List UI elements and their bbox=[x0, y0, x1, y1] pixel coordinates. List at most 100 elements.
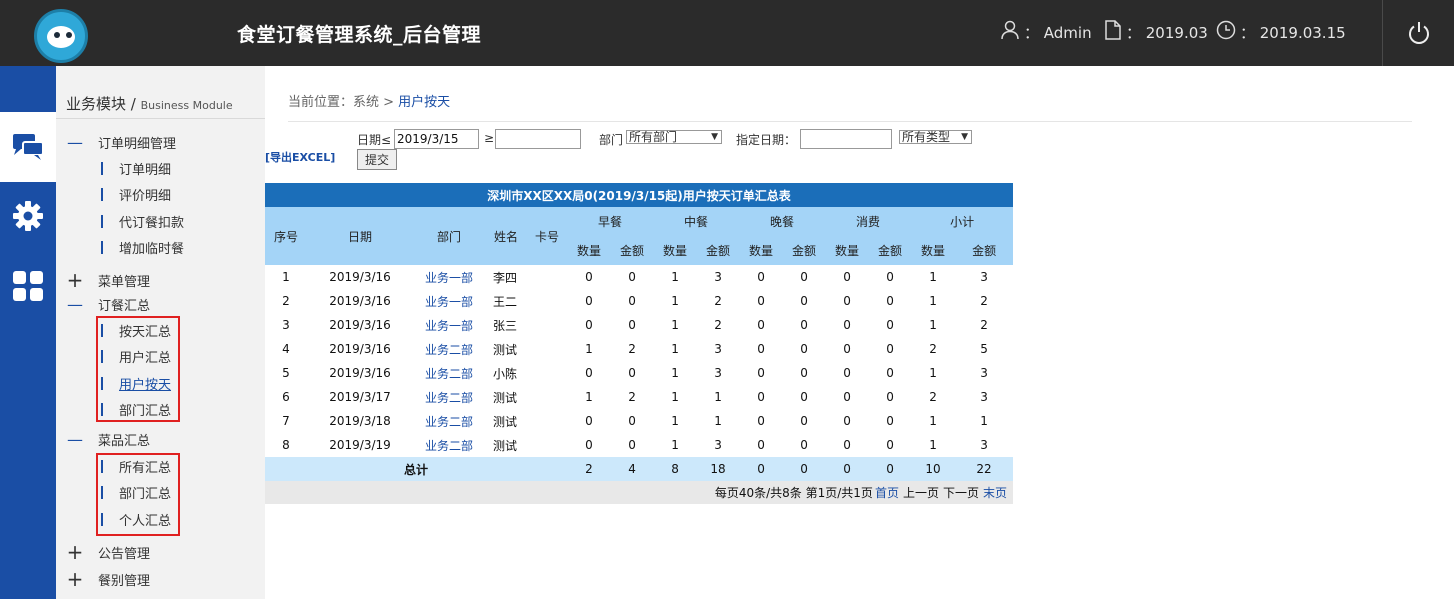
table-cell bbox=[527, 385, 567, 409]
header-qty: 数量 bbox=[739, 236, 784, 265]
strip-apps[interactable] bbox=[0, 266, 56, 306]
table-cell: 0 bbox=[757, 270, 765, 284]
group-label: 菜单管理 bbox=[98, 274, 151, 290]
current-date: ： 2019.03.15 bbox=[1240, 23, 1346, 42]
group-order-detail[interactable]: — 订单明细管理 bbox=[66, 133, 176, 152]
header-amount: 金额 bbox=[783, 236, 826, 265]
dept-link[interactable]: 业务二部 bbox=[413, 433, 485, 457]
table-cell: 2019/3/16 bbox=[329, 342, 391, 356]
strip-business-module[interactable] bbox=[0, 112, 56, 182]
module-title: 业务模块 bbox=[66, 95, 127, 113]
submit-button[interactable]: 提交 bbox=[357, 149, 397, 170]
table-cell: 3 bbox=[980, 438, 988, 452]
header-consume: 消费 bbox=[825, 207, 912, 236]
export-excel-link[interactable]: [导出EXCEL] bbox=[265, 149, 335, 165]
header-qty: 数量 bbox=[567, 236, 611, 265]
table-cell: 2019/3/17 bbox=[329, 390, 391, 404]
pager-info: 每页40条/共8条 第1页/共1页 bbox=[714, 486, 873, 500]
table-cell: 2 bbox=[714, 318, 722, 332]
table-cell: 2 bbox=[929, 390, 937, 404]
sidebar-item-review-detail[interactable]: 评价明细 bbox=[101, 185, 171, 204]
table-cell: 1 bbox=[282, 270, 290, 284]
table-cell: 0 bbox=[628, 318, 636, 332]
dept-link[interactable]: 业务一部 bbox=[413, 289, 485, 313]
date-ge-input[interactable] bbox=[495, 129, 581, 149]
user-name: ： Admin bbox=[1024, 23, 1092, 42]
specified-date-input[interactable] bbox=[800, 129, 892, 149]
table-cell: 2 bbox=[282, 294, 290, 308]
item-label: 增加临时餐 bbox=[119, 242, 185, 257]
dept-link[interactable]: 业务一部 bbox=[413, 265, 485, 289]
dept-link[interactable]: 业务二部 bbox=[413, 409, 485, 433]
table-cell: 4 bbox=[282, 342, 290, 356]
dept-link[interactable]: 业务一部 bbox=[413, 313, 485, 337]
group-menu-mgmt[interactable]: + 菜单管理 bbox=[66, 268, 150, 292]
table-row: 2 2019/3/16 业务一部 王二 0 0 1 2 0 0 0 0 1 2 bbox=[265, 289, 1013, 313]
pager-first-link[interactable]: 首页 bbox=[875, 484, 899, 501]
table-cell: 0 bbox=[628, 294, 636, 308]
table-cell: 0 bbox=[800, 438, 808, 452]
document-icon bbox=[1104, 20, 1126, 44]
strip-settings[interactable] bbox=[0, 196, 56, 236]
table-cell: 2 bbox=[929, 342, 937, 356]
module-strip bbox=[0, 66, 56, 599]
header-subtotal: 小计 bbox=[911, 207, 1014, 236]
app-title: 食堂订餐管理系统_后台管理 bbox=[237, 24, 482, 46]
table-cell: 0 bbox=[585, 294, 593, 308]
table-cell: 5 bbox=[282, 366, 290, 380]
group-meal-type-mgmt[interactable]: + 餐别管理 bbox=[66, 567, 150, 591]
dept-link[interactable]: 业务二部 bbox=[413, 361, 485, 385]
type-select[interactable]: 所有类型 ▼ bbox=[899, 130, 972, 144]
dept-link[interactable]: 业务二部 bbox=[413, 337, 485, 361]
table-cell: 0 bbox=[886, 318, 894, 332]
table-cell: 0 bbox=[800, 342, 808, 356]
pager-last-link[interactable]: 末页 bbox=[983, 484, 1007, 501]
date-info: ： 2019.03.15 bbox=[1216, 20, 1346, 44]
table-cell: 小陈 bbox=[493, 366, 518, 381]
dropdown-arrow-icon: ▼ bbox=[711, 132, 718, 142]
group-notice-mgmt[interactable]: + 公告管理 bbox=[66, 540, 150, 564]
table-cell: 2 bbox=[628, 342, 636, 356]
table-cell: 3 bbox=[282, 318, 290, 332]
table-cell: 张三 bbox=[493, 318, 518, 333]
table-cell: 7 bbox=[282, 414, 290, 428]
table-cell: 0 bbox=[800, 390, 808, 404]
table-cell: 0 bbox=[628, 438, 636, 452]
dept-link[interactable]: 业务二部 bbox=[413, 385, 485, 409]
group-order-summary[interactable]: — 订餐汇总 bbox=[66, 295, 150, 314]
table-cell: 0 bbox=[585, 270, 593, 284]
date-le-input[interactable] bbox=[394, 129, 479, 149]
sidebar-item-order-detail[interactable]: 订单明细 bbox=[101, 159, 171, 178]
sidebar-item-add-temp-meal[interactable]: 增加临时餐 bbox=[101, 238, 184, 257]
dept-select[interactable]: 所有部门 ▼ bbox=[626, 130, 722, 144]
table-cell: 测试 bbox=[493, 342, 518, 357]
table-cell: 0 bbox=[585, 366, 593, 380]
logout-button[interactable] bbox=[1382, 0, 1454, 66]
highlight-box bbox=[96, 316, 180, 422]
pager-prev[interactable]: 上一页 bbox=[903, 484, 939, 501]
table-cell bbox=[527, 313, 567, 337]
table-caption: 深圳市XX区XX局0(2019/3/15起)用户按天订单汇总表 bbox=[265, 183, 1013, 207]
table-cell: 0 bbox=[628, 270, 636, 284]
table-cell: 0 bbox=[800, 294, 808, 308]
expand-icon: + bbox=[66, 268, 84, 292]
month-info: ： 2019.03 bbox=[1104, 20, 1208, 44]
item-label: 评价明细 bbox=[119, 189, 172, 204]
dropdown-arrow-icon: ▼ bbox=[961, 132, 968, 142]
group-dish-summary[interactable]: — 菜品汇总 bbox=[66, 430, 150, 449]
table-cell: 2019/3/16 bbox=[329, 318, 391, 332]
app-logo bbox=[34, 9, 88, 63]
table-cell: 李四 bbox=[493, 270, 518, 285]
table-cell: 1 bbox=[929, 318, 937, 332]
table-cell bbox=[527, 433, 567, 457]
total-cell: 10 bbox=[911, 457, 956, 481]
pager-next[interactable]: 下一页 bbox=[943, 484, 979, 501]
table-cell: 0 bbox=[800, 366, 808, 380]
header-seq: 序号 bbox=[265, 207, 307, 265]
sidebar-item-proxy-deduct[interactable]: 代订餐扣款 bbox=[101, 212, 184, 231]
gear-icon bbox=[13, 201, 43, 231]
breadcrumb-current[interactable]: 用户按天 bbox=[398, 95, 450, 110]
table-row: 4 2019/3/16 业务二部 测试 1 2 1 3 0 0 0 0 2 5 bbox=[265, 337, 1013, 361]
table-cell: 0 bbox=[843, 414, 851, 428]
table-cell: 1 bbox=[714, 390, 722, 404]
